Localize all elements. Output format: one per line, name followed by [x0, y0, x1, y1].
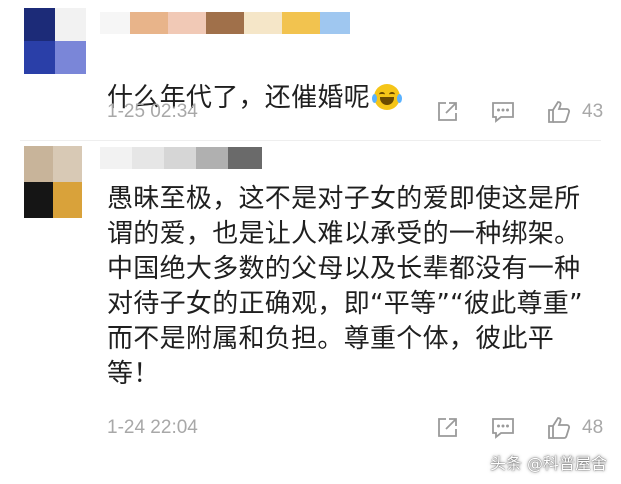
- username-blurred[interactable]: [100, 147, 262, 169]
- comment-footer: 1-24 22:04 48: [107, 415, 609, 445]
- name-tile: [100, 147, 132, 169]
- comment-time: 1-25 02:34: [107, 101, 198, 122]
- avatar-tile: [53, 182, 82, 218]
- comment-text: 愚昧至极，这不是对子女的爱即使这是所 谓的爱，也是让人难以承受的一种绑架。 中国…: [107, 184, 583, 389]
- name-tile: [168, 12, 206, 34]
- thumbs-up-icon[interactable]: [546, 99, 572, 125]
- avatar-tile: [55, 8, 86, 41]
- name-tile: [282, 12, 320, 34]
- avatar-tile: [55, 41, 86, 74]
- name-tile: [320, 12, 350, 34]
- avatar[interactable]: [24, 146, 82, 218]
- like-count: 43: [582, 101, 604, 122]
- name-tile: [130, 12, 168, 34]
- avatar[interactable]: [24, 8, 86, 74]
- comment-item: 愚昧至极，这不是对子女的爱即使这是所 谓的爱，也是让人难以承受的一种绑架。 中国…: [0, 140, 621, 484]
- comment-time: 1-24 22:04: [107, 417, 198, 438]
- comment-icon[interactable]: [490, 99, 516, 125]
- name-tile: [164, 147, 196, 169]
- name-tile: [206, 12, 244, 34]
- name-tile: [196, 147, 228, 169]
- avatar-tile: [53, 146, 82, 182]
- watermark: 头条 @科普屋舍: [489, 454, 607, 473]
- avatar-tile: [24, 146, 53, 182]
- name-tile: [228, 147, 262, 169]
- avatar-tile: [24, 182, 53, 218]
- comment-icon[interactable]: [490, 415, 516, 441]
- comment-item: 什么年代了，还催婚呢 1-25 02:34 43: [0, 0, 621, 140]
- like-count: 48: [582, 417, 604, 438]
- name-tile: [244, 12, 282, 34]
- avatar-tile: [24, 41, 55, 74]
- name-tile: [100, 12, 130, 34]
- comment-footer: 1-25 02:34 43: [107, 99, 609, 129]
- name-tile: [132, 147, 164, 169]
- avatar-tile: [24, 8, 55, 41]
- username-blurred[interactable]: [100, 12, 350, 34]
- thumbs-up-icon[interactable]: [546, 415, 572, 441]
- share-icon[interactable]: [434, 415, 460, 441]
- share-icon[interactable]: [434, 99, 460, 125]
